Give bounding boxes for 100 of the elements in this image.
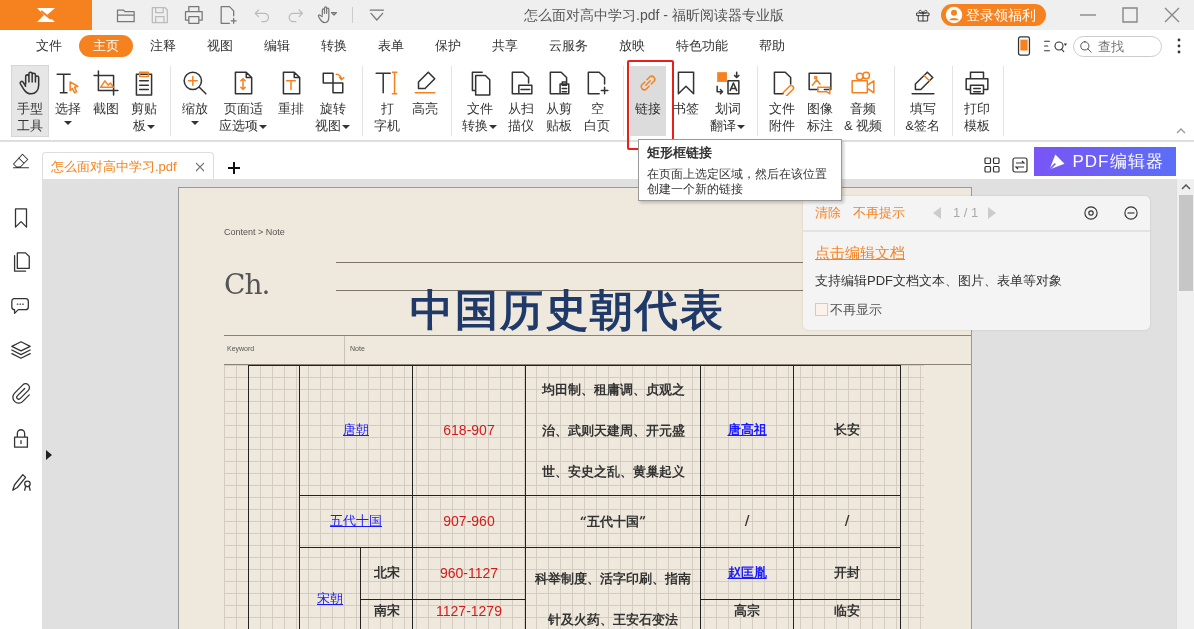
toolbar-button[interactable]: 文件 附件 — [764, 66, 800, 136]
events-text: “五代十国” — [578, 512, 648, 531]
typewriter-icon — [374, 70, 400, 96]
tooltip-text: 在页面上选定区域，然后在该位置创建一个新的链接 — [647, 166, 828, 197]
menu-tab[interactable]: 放映 — [605, 35, 659, 57]
dropdown-caret-icon[interactable] — [64, 121, 72, 125]
events-text: 均田制、租庸调、贞观之治、武则天建周、开元盛世、安史之乱、黄巢起义 — [540, 380, 686, 481]
menu-tab[interactable]: 编辑 — [250, 35, 304, 57]
pdf-editor-banner[interactable]: PDF编辑器 — [1034, 147, 1176, 176]
minimize-icon[interactable] — [1124, 206, 1138, 220]
capital-text: 开封 — [834, 565, 860, 581]
year-range: 1127-1279 — [436, 602, 502, 619]
toolbar-button[interactable]: 手型 工具 — [12, 66, 48, 136]
toolbar-button[interactable]: 缩放 — [177, 66, 213, 136]
expand-panel-icon[interactable] — [46, 450, 52, 460]
pen-signature-icon — [909, 70, 936, 96]
founder-link[interactable]: 唐高祖 — [727, 422, 767, 438]
founder-text: 高宗 — [734, 602, 760, 618]
menu-tab[interactable]: 云服务 — [535, 35, 602, 57]
highlighter-icon — [412, 70, 438, 96]
toolbar-button[interactable]: 从剪 贴板 — [541, 66, 577, 136]
paperclip-icon[interactable] — [10, 383, 32, 405]
phone-icon[interactable] — [1017, 36, 1031, 56]
search-icon — [1079, 39, 1093, 54]
toolbar-button[interactable]: 重排 — [273, 66, 309, 136]
dynasty-link[interactable]: 宋朝 — [317, 591, 343, 607]
minimize-window-icon — [1080, 14, 1096, 16]
capital-text: 临安 — [834, 602, 860, 618]
layers-icon[interactable] — [10, 339, 32, 361]
toolbar-button[interactable]: 旋转 视图 — [311, 66, 354, 136]
dropdown-caret-icon[interactable] — [737, 124, 745, 129]
toolbar-button[interactable]: 链接 — [630, 66, 666, 136]
printer-icon — [183, 5, 203, 25]
toolbar-button[interactable]: 截图 — [88, 66, 124, 136]
translate-icon — [714, 70, 741, 96]
dropdown-caret-icon[interactable] — [259, 124, 267, 129]
search-field[interactable]: 查找 — [1073, 35, 1162, 57]
more-options-icon[interactable] — [1176, 38, 1182, 54]
year-range: 618-907 — [443, 421, 495, 438]
rotate-view-icon — [319, 70, 346, 96]
close-window-icon — [1164, 7, 1180, 23]
year-range: 907-960 — [443, 512, 495, 529]
toolbar-button[interactable]: 剪贴 板 — [126, 66, 162, 136]
menu-tab[interactable]: 帮助 — [745, 35, 799, 57]
toolbar-button[interactable]: 空 白页 — [579, 66, 615, 136]
toolbar-button[interactable]: 文件 转换 — [458, 66, 501, 136]
dropdown-caret-icon[interactable] — [489, 124, 497, 129]
toolbar-button[interactable]: 打 字机 — [369, 66, 405, 136]
video-camera-icon — [850, 70, 877, 96]
dynasty-link[interactable]: 五代十国 — [330, 513, 382, 529]
year-range: 960-1127 — [439, 564, 499, 581]
page-counter: 1 / 1 — [953, 204, 979, 223]
grid-view-icon[interactable] — [984, 157, 1000, 173]
collapse-ribbon-icon[interactable] — [1176, 128, 1186, 134]
toolbar-button[interactable]: 填写 &签名 — [901, 66, 944, 136]
menu-tab[interactable]: 注释 — [136, 35, 190, 57]
scrollbar[interactable] — [1176, 179, 1194, 629]
settings-icon[interactable] — [1084, 206, 1098, 220]
capital-text: / — [844, 513, 850, 529]
menu-tab[interactable]: 特色功能 — [662, 35, 742, 57]
printer-icon — [963, 70, 990, 96]
pen-seal-icon[interactable] — [10, 471, 32, 493]
dropdown-caret-icon[interactable] — [147, 124, 155, 129]
toolbar-button[interactable]: 选择 — [50, 66, 86, 136]
menu-tab[interactable]: 共享 — [478, 35, 532, 57]
window-title: 怎么面对高中学习.pdf - 福昕阅读器专业版 — [523, 5, 785, 25]
scroll-up-icon[interactable] — [1181, 184, 1191, 190]
founder-link[interactable]: 赵匡胤 — [727, 565, 767, 581]
add-tab-icon[interactable] — [227, 162, 240, 174]
menu-tab[interactable]: 保护 — [421, 35, 475, 57]
user-icon — [945, 6, 963, 24]
checkbox-label: 不再显示 — [830, 301, 882, 319]
period-name: 北宋 — [373, 565, 400, 581]
capital-text: 长安 — [834, 422, 860, 438]
menu-tab[interactable]: 表单 — [364, 35, 418, 57]
comments-icon[interactable] — [10, 295, 32, 317]
toolbar-button[interactable]: 图像 标注 — [802, 66, 838, 136]
dynasty-link[interactable]: 唐朝 — [343, 422, 369, 438]
menu-tab[interactable]: 文件 — [22, 35, 76, 57]
dropdown-caret-icon[interactable] — [342, 124, 350, 129]
toolbar-button[interactable]: 高亮 — [407, 66, 443, 136]
close-icon[interactable] — [194, 161, 205, 172]
scrollbar-thumb[interactable] — [1179, 195, 1193, 291]
toolbar-button[interactable]: 划词 翻译 — [706, 66, 749, 136]
breadcrumb-text: Content > Note — [224, 226, 286, 239]
toolbar-button[interactable]: 打印 模板 — [958, 66, 995, 136]
menu-tab[interactable]: 视图 — [193, 35, 247, 57]
toolbar-button[interactable]: 页面适 应选项 — [215, 66, 271, 136]
checkbox[interactable] — [815, 303, 828, 317]
gift-icon — [915, 7, 931, 23]
eraser-icon[interactable] — [12, 152, 30, 170]
chapter-heading: Ch. — [224, 266, 271, 303]
menu-tab[interactable]: 转换 — [307, 35, 361, 57]
dropdown-caret-icon[interactable] — [191, 121, 199, 125]
switch-view-icon[interactable] — [1012, 157, 1028, 173]
events-text: 科举制度、活字印刷、指南针及火药、王安石变法 — [534, 570, 692, 629]
toolbar-button[interactable]: 音频 & 视频 — [840, 66, 887, 136]
crop-picture-icon — [93, 70, 119, 96]
toolbar-button[interactable]: 从扫 描仪 — [503, 66, 539, 136]
maximize-window-icon — [1122, 7, 1138, 23]
